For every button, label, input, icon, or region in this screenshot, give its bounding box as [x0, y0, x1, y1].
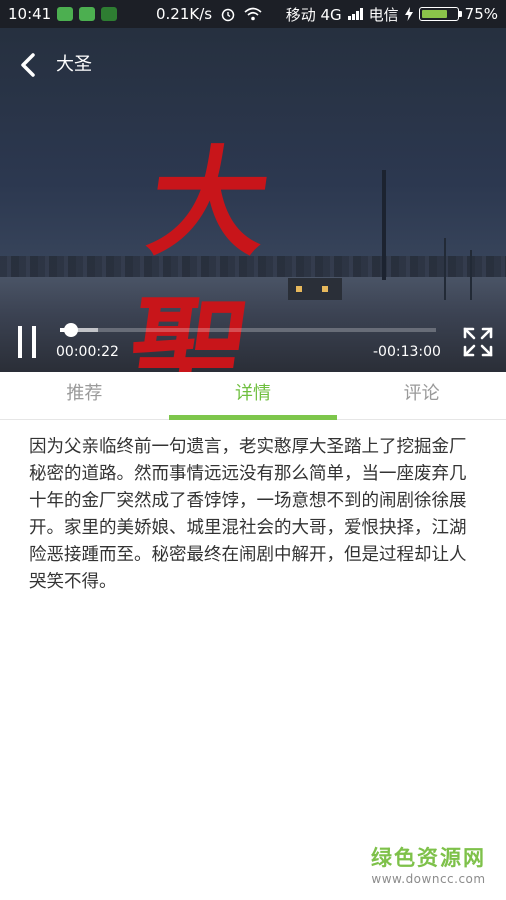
- wechat-icon: [57, 7, 74, 21]
- remaining-time: -00:13:00: [373, 344, 441, 360]
- tab-recommend[interactable]: 推荐: [0, 372, 169, 419]
- back-arrow-icon[interactable]: [14, 50, 44, 80]
- carrier-1-label: 移动 4G: [285, 5, 342, 24]
- scene-window: [296, 286, 302, 292]
- network-speed: 0.21K/s: [156, 5, 213, 23]
- status-time: 10:41: [8, 5, 52, 23]
- charging-icon: [404, 7, 413, 21]
- battery-percent: 75%: [464, 5, 498, 23]
- scene-pole: [444, 238, 446, 300]
- scene-window: [322, 286, 328, 292]
- wifi-icon: [244, 7, 262, 21]
- tab-details[interactable]: 详情: [168, 372, 338, 420]
- scene-pole: [470, 250, 472, 300]
- tab-bar: 推荐 详情 评论: [0, 372, 506, 420]
- poster-title: 大聖: [119, 133, 272, 372]
- wechat-icon-2: [79, 7, 96, 21]
- carrier-2-label: 电信: [368, 5, 399, 24]
- pause-button[interactable]: [16, 326, 40, 360]
- watermark-url: www.downcc.com: [371, 872, 486, 886]
- details-description: 因为父亲临终前一句遗言，老实憨厚大圣踏上了挖掘金厂秘密的道路。然而事情远远没有那…: [29, 437, 467, 592]
- alarm-icon: [221, 8, 235, 22]
- fullscreen-icon[interactable]: [462, 326, 494, 358]
- tab-comments[interactable]: 评论: [337, 372, 506, 419]
- signal-icon: [347, 8, 363, 20]
- battery-icon: [418, 7, 462, 21]
- site-watermark: 绿色资源网 www.downcc.com: [371, 842, 486, 886]
- player-title: 大圣: [56, 54, 92, 75]
- progress-track[interactable]: [60, 328, 436, 332]
- current-time: 00:00:22: [56, 344, 119, 360]
- app-notification-icon: [101, 7, 118, 21]
- video-player[interactable]: 大聖 大圣 00:00:22 -00:13:00: [0, 28, 506, 372]
- status-bar: 10:41 0.21K/s 移动 4G 电信 75%: [0, 0, 506, 28]
- scene-chimney: [382, 170, 386, 280]
- watermark-main: 绿色资源网: [371, 846, 486, 870]
- progress-knob[interactable]: [63, 323, 78, 337]
